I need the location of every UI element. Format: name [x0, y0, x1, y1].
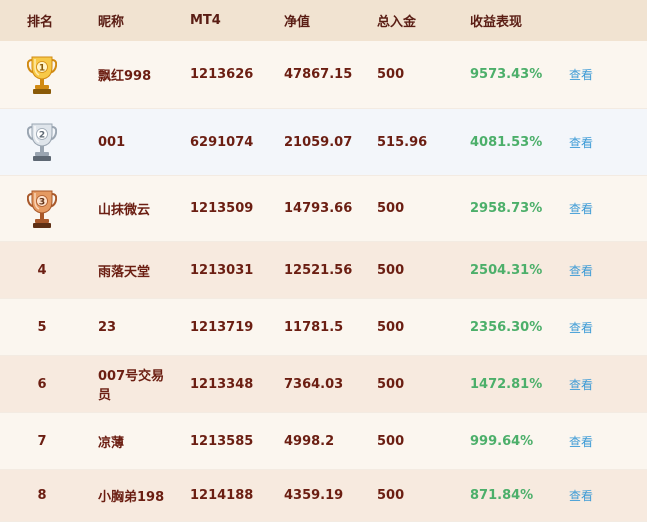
rank-number: 7 [0, 434, 84, 449]
rank-number: 6 [0, 377, 84, 392]
nav-cell: 14793.66 [284, 201, 353, 216]
view-link[interactable]: 查看 [551, 376, 647, 393]
gold-trophy-icon: 1 [27, 56, 57, 94]
svg-text:2: 2 [39, 131, 45, 141]
table-row: 8 小胸弟198 1214188 4359.19 500 871.84% 查看 [0, 470, 647, 522]
rank-number: 4 [0, 263, 84, 278]
nav-cell: 21059.07 [284, 134, 353, 150]
table-row: 6 007号交易员 1213348 7364.03 500 1472.81% 查看 [0, 356, 647, 413]
view-link[interactable]: 查看 [551, 200, 647, 217]
nickname-cell: 凉薄 [98, 435, 125, 451]
nickname-cell: 雨落天堂 [98, 264, 151, 280]
view-link[interactable]: 查看 [551, 134, 647, 151]
table-row: 1 飘红998 1213626 47867.15 500 9573.43% 查看 [0, 41, 647, 109]
nav-cell: 4359.19 [284, 488, 344, 503]
mt4-cell: 6291074 [190, 134, 254, 150]
rank-label: 5 [37, 319, 47, 335]
mt4-cell: 1213626 [190, 67, 254, 82]
header-rank: 排名 [27, 15, 54, 30]
nickname-cell: 23 [98, 319, 117, 335]
deposit-cell: 515.96 [377, 134, 428, 150]
table-row: 5 23 1213719 11781.5 500 2356.30% 查看 [0, 299, 647, 356]
nickname-cell: 007号交易员 [98, 369, 165, 403]
deposit-cell: 500 [377, 433, 405, 449]
return-cell: 2958.73% [470, 201, 543, 216]
svg-text:3: 3 [39, 197, 45, 207]
svg-text:1: 1 [39, 63, 45, 73]
deposit-cell: 500 [377, 319, 405, 335]
table-row: 4 雨落天堂 1213031 12521.56 500 2504.31% 查看 [0, 242, 647, 299]
rank-label: 7 [37, 433, 47, 449]
view-link[interactable]: 查看 [551, 433, 647, 450]
return-cell: 2504.31% [470, 262, 543, 278]
mt4-cell: 1213348 [190, 376, 254, 392]
nickname-cell: 飘红998 [98, 69, 152, 84]
mt4-cell: 1213031 [190, 262, 254, 278]
leaderboard: 排名 昵称 MT4 净值 总入金 收益表现 1 飘红998 1213626 4786… [0, 0, 647, 522]
silver-trophy-icon: 2 [27, 123, 57, 161]
return-cell: 999.64% [470, 433, 534, 449]
view-link[interactable]: 查看 [551, 66, 647, 83]
nav-cell: 12521.56 [284, 262, 353, 278]
nav-cell: 4998.2 [284, 433, 335, 449]
header-performance: 收益表现 [470, 15, 523, 30]
header-mt4: MT4 [190, 13, 221, 28]
header-nav: 净值 [284, 15, 311, 30]
header-nickname: 昵称 [98, 15, 125, 30]
rank-medal: 3 [0, 188, 84, 230]
view-link[interactable]: 查看 [551, 487, 647, 504]
deposit-cell: 500 [377, 262, 405, 278]
nickname-cell: 小胸弟198 [98, 490, 165, 505]
return-cell: 4081.53% [470, 134, 543, 150]
view-link[interactable]: 查看 [551, 319, 647, 336]
nav-cell: 11781.5 [284, 319, 344, 335]
table-row: 3 山抹微云 1213509 14793.66 500 2958.73% 查看 [0, 176, 647, 242]
rank-number: 8 [0, 488, 84, 503]
return-cell: 2356.30% [470, 319, 543, 335]
table-header: 排名 昵称 MT4 净值 总入金 收益表现 [0, 0, 647, 41]
nickname-cell: 001 [98, 134, 126, 150]
view-link[interactable]: 查看 [551, 262, 647, 279]
deposit-cell: 500 [377, 67, 405, 82]
mt4-cell: 1213509 [190, 201, 254, 216]
nav-cell: 47867.15 [284, 67, 353, 82]
deposit-cell: 500 [377, 201, 405, 216]
table-row: 7 凉薄 1213585 4998.2 500 999.64% 查看 [0, 413, 647, 470]
mt4-cell: 1214188 [190, 488, 254, 503]
rank-medal: 1 [0, 54, 84, 96]
table-row: 2 001 6291074 21059.07 515.96 4081.53% 查看 [0, 109, 647, 176]
mt4-cell: 1213585 [190, 433, 254, 449]
return-cell: 871.84% [470, 488, 534, 503]
bronze-trophy-icon: 3 [27, 190, 57, 228]
rank-label: 4 [37, 262, 47, 278]
rank-label: 8 [37, 488, 47, 503]
deposit-cell: 500 [377, 488, 405, 503]
nickname-cell: 山抹微云 [98, 203, 151, 218]
return-cell: 9573.43% [470, 67, 543, 82]
rank-medal: 2 [0, 121, 84, 163]
deposit-cell: 500 [377, 376, 405, 392]
header-deposit: 总入金 [377, 15, 417, 30]
mt4-cell: 1213719 [190, 319, 254, 335]
rank-number: 5 [0, 320, 84, 335]
rank-label: 6 [37, 376, 47, 392]
table-body: 1 飘红998 1213626 47867.15 500 9573.43% 查看 2 00… [0, 41, 647, 522]
nav-cell: 7364.03 [284, 376, 344, 392]
return-cell: 1472.81% [470, 376, 543, 392]
